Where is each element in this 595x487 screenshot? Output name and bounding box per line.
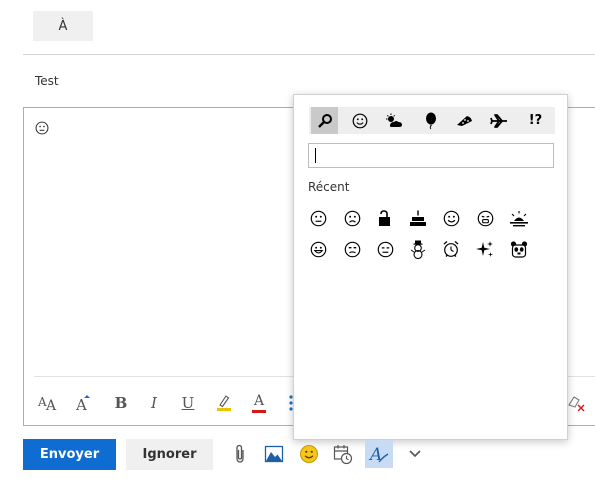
grinning-face-icon[interactable] xyxy=(307,238,329,260)
sunrise-icon[interactable] xyxy=(508,207,530,229)
font-color-button[interactable]: A xyxy=(248,392,270,414)
underline-button[interactable]: U xyxy=(177,392,199,414)
italic-button[interactable]: I xyxy=(143,392,165,414)
more-options-icon[interactable] xyxy=(403,442,427,466)
attach-icon[interactable] xyxy=(228,442,252,466)
celebration-category-icon[interactable] xyxy=(417,107,444,134)
emoji-category-bar: !? xyxy=(309,107,555,134)
crying-face-icon[interactable] xyxy=(474,207,496,229)
clear-formatting-icon[interactable] xyxy=(565,392,587,414)
compose-window: À Test A A A B I U A !? Récent Envoyer I… xyxy=(0,0,595,487)
expressionless-face-icon[interactable] xyxy=(374,238,396,260)
panda-icon[interactable] xyxy=(508,238,530,260)
neutral-face-icon xyxy=(35,121,49,135)
svg-text:A: A xyxy=(368,445,382,465)
alarm-clock-icon[interactable] xyxy=(440,238,462,260)
highlight-icon[interactable] xyxy=(213,392,235,414)
emoji-picker: !? Récent xyxy=(293,94,568,440)
snowman-icon[interactable] xyxy=(407,238,429,260)
annoyed-face-icon[interactable] xyxy=(341,238,363,260)
sparkles-icon[interactable] xyxy=(474,238,496,260)
svg-text:A: A xyxy=(75,396,87,413)
search-category-icon[interactable] xyxy=(311,107,338,134)
format-options-icon[interactable]: A xyxy=(365,440,393,468)
birthday-cake-icon[interactable] xyxy=(407,207,429,229)
smiling-face-icon[interactable] xyxy=(440,207,462,229)
font-color-label: A xyxy=(253,392,265,409)
sad-face-icon[interactable] xyxy=(341,207,363,229)
open-lock-icon[interactable] xyxy=(374,207,396,229)
smileys-category-icon[interactable] xyxy=(346,107,373,134)
text-caret xyxy=(315,148,316,163)
ignore-button[interactable]: Ignorer xyxy=(126,439,213,470)
subject-field[interactable]: Test xyxy=(35,74,59,88)
weather-category-icon[interactable] xyxy=(380,107,407,134)
symbols-category-icon[interactable]: !? xyxy=(522,107,549,134)
send-button[interactable]: Envoyer xyxy=(23,439,116,470)
emoji-icon[interactable] xyxy=(297,442,321,466)
to-button[interactable]: À xyxy=(33,11,93,41)
emoji-search-input[interactable] xyxy=(308,143,554,168)
insert-picture-icon[interactable] xyxy=(262,442,286,466)
font-size-icon[interactable]: A A xyxy=(37,392,59,414)
recipient-divider xyxy=(23,54,595,55)
svg-text:A: A xyxy=(45,398,57,413)
recent-label: Récent xyxy=(308,180,350,194)
font-color-swatch xyxy=(252,409,266,413)
bold-button[interactable]: B xyxy=(110,392,132,414)
grow-font-icon[interactable]: A xyxy=(73,392,95,414)
schedule-icon[interactable] xyxy=(331,442,355,466)
food-category-icon[interactable] xyxy=(451,107,478,134)
travel-category-icon[interactable] xyxy=(485,107,512,134)
neutral-face-icon[interactable] xyxy=(307,207,329,229)
